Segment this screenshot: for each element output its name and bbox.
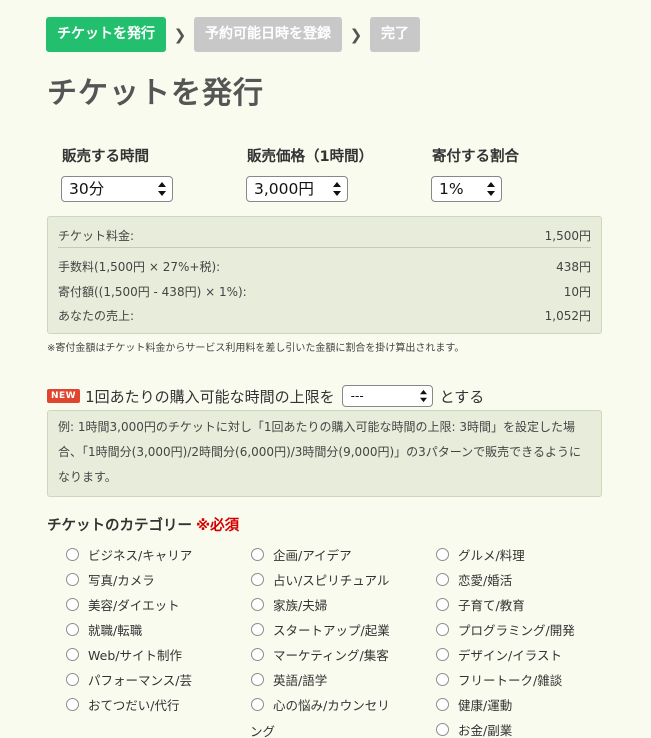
step-issue-ticket: チケットを発行: [46, 17, 166, 52]
radio-button[interactable]: [251, 598, 264, 611]
radio-button[interactable]: [436, 548, 449, 561]
purchase-limit-row: NEW 1回あたりの購入可能な時間の上限を --- とする: [47, 385, 484, 407]
new-badge: NEW: [47, 389, 81, 403]
commission-row: 手数料(1,500円 × 27%+税): 438円: [58, 260, 591, 274]
category-option[interactable]: 健康/運動: [416, 692, 575, 717]
radio-button[interactable]: [436, 573, 449, 586]
radio-button[interactable]: [436, 698, 449, 711]
radio-button[interactable]: [66, 698, 79, 711]
radio-button[interactable]: [251, 548, 264, 561]
category-option[interactable]: お金/副業: [416, 717, 575, 738]
step-complete: 完了: [370, 17, 420, 52]
radio-button[interactable]: [251, 673, 264, 686]
category-column-3: グルメ/料理 恋愛/婚活 子育て/教育 プログラミング/開発 デザイン/イラスト…: [416, 542, 575, 738]
radio-button[interactable]: [251, 573, 264, 586]
donation-note: ※寄付金額はチケット料金からサービス利用料を差し引いた金額に割合を掛け算出されま…: [47, 343, 465, 354]
donation-select-label: 寄付する割合: [432, 149, 519, 165]
ticket-fee-row: チケット料金: 1,500円: [58, 229, 591, 243]
updown-arrow-icon: [333, 182, 341, 196]
category-option[interactable]: ビジネス/キャリア: [46, 542, 192, 567]
category-column-1: ビジネス/キャリア 写真/カメラ 美容/ダイエット 就職/転職 Web/サイト制…: [46, 542, 192, 717]
page-title: チケットを発行: [47, 76, 264, 111]
radio-button[interactable]: [66, 548, 79, 561]
category-option[interactable]: 子育て/教育: [416, 592, 575, 617]
category-option[interactable]: フリートーク/雑談: [416, 667, 575, 692]
step-register-schedule: 予約可能日時を登録: [194, 17, 342, 52]
category-option[interactable]: 企画/アイデア: [231, 542, 390, 567]
radio-button[interactable]: [66, 623, 79, 636]
radio-button[interactable]: [251, 623, 264, 636]
price-select-label: 販売価格（1時間）: [247, 149, 374, 165]
category-option[interactable]: おてつだい/代行: [46, 692, 192, 717]
category-option[interactable]: 占い/スピリチュアル: [231, 567, 390, 592]
category-option[interactable]: 就職/転職: [46, 617, 192, 642]
limit-prefix: 1回あたりの購入可能な時間の上限を: [85, 387, 335, 406]
category-option[interactable]: 家族/夫婦: [231, 592, 390, 617]
category-option[interactable]: パフォーマンス/芸: [46, 667, 192, 692]
required-mark: ※必須: [196, 518, 240, 534]
category-option[interactable]: 英語/語学: [231, 667, 390, 692]
chevron-right-icon: ❯: [349, 25, 363, 44]
purchase-limit-select[interactable]: ---: [341, 385, 433, 407]
radio-button[interactable]: [66, 573, 79, 586]
category-option[interactable]: プログラミング/開発: [416, 617, 575, 642]
time-select[interactable]: 30分: [61, 176, 173, 202]
radio-button[interactable]: [436, 623, 449, 636]
category-column-2: 企画/アイデア 占い/スピリチュアル 家族/夫婦 スタートアップ/起業 マーケテ…: [231, 542, 390, 717]
category-option[interactable]: デザイン/イラスト: [416, 642, 575, 667]
limit-suffix: とする: [439, 387, 485, 406]
category-label-wrap: ング: [250, 724, 276, 738]
price-select-group: 販売価格（1時間） 3,000円: [231, 145, 373, 202]
price-breakdown: チケット料金: 1,500円 手数料(1,500円 × 27%+税): 438円…: [47, 216, 602, 334]
sales-row: あなたの売上: 1,052円: [58, 309, 591, 323]
category-option[interactable]: スタートアップ/起業: [231, 617, 390, 642]
price-select[interactable]: 3,000円: [246, 176, 348, 202]
category-title: チケットのカテゴリー ※必須: [47, 518, 240, 534]
time-select-label: 販売する時間: [62, 149, 149, 165]
category-option[interactable]: 心の悩み/カウンセリ: [231, 692, 390, 717]
category-option[interactable]: 美容/ダイエット: [46, 592, 192, 617]
radio-button[interactable]: [436, 723, 449, 736]
category-option[interactable]: グルメ/料理: [416, 542, 575, 567]
donation-select[interactable]: 1%: [431, 176, 502, 202]
category-option[interactable]: マーケティング/集客: [231, 642, 390, 667]
updown-arrow-icon: [487, 182, 495, 196]
radio-button[interactable]: [436, 598, 449, 611]
radio-button[interactable]: [436, 673, 449, 686]
step-breadcrumb: チケットを発行 ❯ 予約可能日時を登録 ❯ 完了: [46, 17, 420, 52]
donation-amount-row: 寄付額((1,500円 - 438円) × 1%): 10円: [58, 285, 591, 299]
radio-button[interactable]: [251, 648, 264, 661]
radio-button[interactable]: [66, 598, 79, 611]
category-option[interactable]: Web/サイト制作: [46, 642, 192, 667]
radio-button[interactable]: [66, 648, 79, 661]
radio-button[interactable]: [66, 673, 79, 686]
category-option[interactable]: 恋愛/婚活: [416, 567, 575, 592]
radio-button[interactable]: [251, 698, 264, 711]
updown-arrow-icon: [419, 389, 427, 403]
limit-example: 例: 1時間3,000円のチケットに対し「1回あたりの購入可能な時間の上限: 3…: [47, 410, 602, 497]
divider: [58, 247, 591, 248]
time-select-group: 販売する時間 30分: [46, 145, 173, 202]
donation-select-group: 寄付する割合 1%: [416, 145, 519, 202]
category-option[interactable]: 写真/カメラ: [46, 567, 192, 592]
updown-arrow-icon: [158, 182, 166, 196]
chevron-right-icon: ❯: [173, 25, 187, 44]
radio-button[interactable]: [436, 648, 449, 661]
